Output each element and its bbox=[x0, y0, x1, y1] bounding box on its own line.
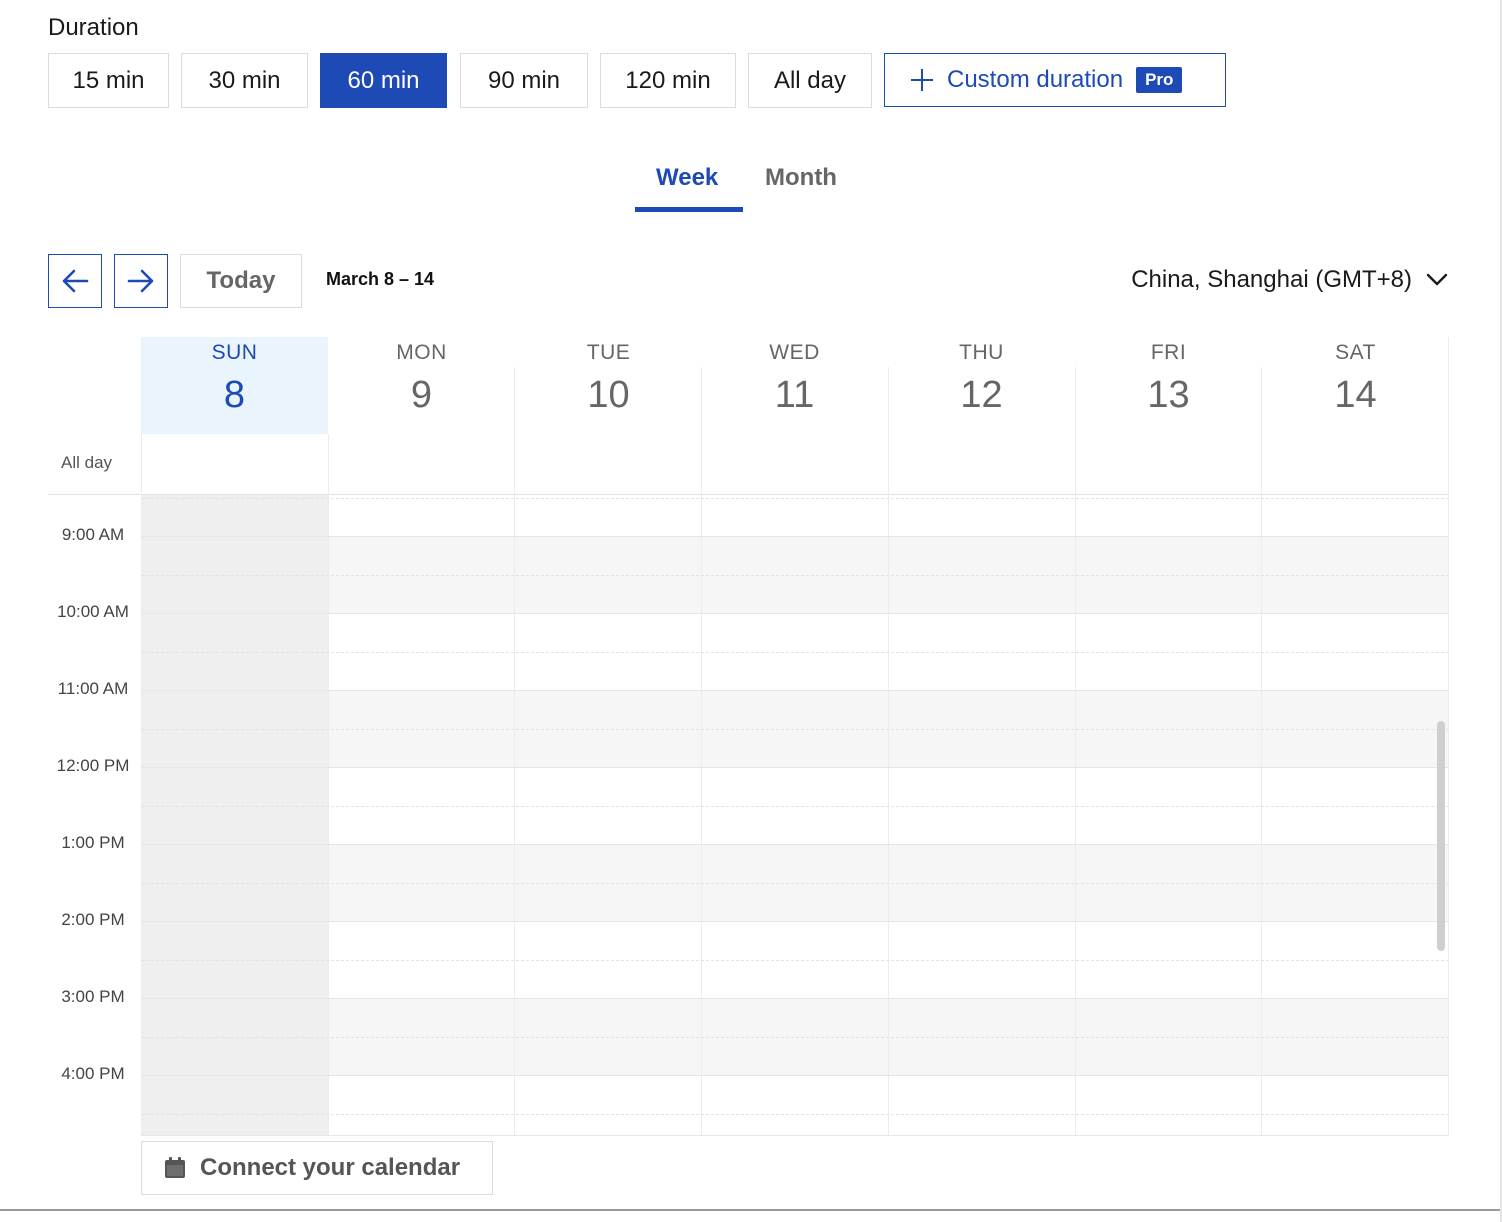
arrow-right-icon bbox=[127, 269, 154, 293]
hour-line bbox=[141, 767, 1449, 768]
duration-all-day-button[interactable]: All day bbox=[748, 53, 872, 108]
day-header-sat[interactable]: SAT 14 bbox=[1262, 337, 1449, 434]
custom-duration-button[interactable]: Custom duration Pro bbox=[884, 53, 1226, 107]
past-day-shade bbox=[141, 495, 328, 1136]
half-hour-line bbox=[141, 729, 1449, 730]
column-divider bbox=[514, 367, 515, 1136]
chevron-down-icon bbox=[1426, 273, 1448, 286]
day-name: WED bbox=[769, 341, 820, 364]
plus-icon bbox=[911, 69, 933, 91]
date-range-label: March 8 – 14 bbox=[326, 269, 435, 289]
half-hour-line bbox=[141, 883, 1449, 884]
column-divider bbox=[1075, 367, 1076, 1136]
day-header-wed[interactable]: WED 11 bbox=[701, 337, 888, 434]
hour-line bbox=[141, 1075, 1449, 1076]
column-divider bbox=[888, 367, 889, 1136]
day-name: SUN bbox=[211, 341, 258, 364]
grid-bottom-line bbox=[141, 1135, 1449, 1136]
duration-120-button[interactable]: 120 min bbox=[600, 53, 736, 108]
hour-line bbox=[141, 921, 1449, 922]
next-week-button[interactable] bbox=[114, 254, 168, 308]
half-hour-line bbox=[141, 1114, 1449, 1115]
time-label: 3:00 PM bbox=[61, 987, 125, 1006]
hour-line bbox=[141, 613, 1449, 614]
day-name: MON bbox=[396, 341, 447, 364]
column-divider bbox=[328, 434, 329, 1136]
today-button[interactable]: Today bbox=[180, 254, 302, 308]
time-label: 4:00 PM bbox=[61, 1064, 125, 1083]
duration-30-button[interactable]: 30 min bbox=[181, 53, 308, 108]
day-name: TUE bbox=[586, 341, 631, 364]
arrow-left-icon bbox=[62, 269, 89, 293]
scheduler-page: Duration 15 min 30 min 60 min 90 min 120… bbox=[0, 0, 1502, 1222]
half-hour-line bbox=[141, 575, 1449, 576]
column-divider bbox=[1261, 367, 1262, 1136]
day-header-tue[interactable]: TUE 10 bbox=[515, 337, 702, 434]
half-hour-line bbox=[141, 960, 1449, 961]
connect-calendar-button[interactable]: Connect your calendar bbox=[141, 1141, 493, 1195]
day-header-fri[interactable]: FRI 13 bbox=[1075, 337, 1262, 434]
time-label: 10:00 AM bbox=[57, 602, 129, 621]
duration-15-button[interactable]: 15 min bbox=[48, 53, 169, 108]
tab-month[interactable]: Month bbox=[765, 164, 837, 192]
day-header-sun[interactable]: SUN 8 bbox=[141, 337, 328, 434]
time-label: 12:00 PM bbox=[56, 756, 130, 775]
half-hour-line bbox=[141, 652, 1449, 653]
duration-90-button[interactable]: 90 min bbox=[460, 53, 588, 108]
half-hour-line bbox=[141, 806, 1449, 807]
column-divider bbox=[141, 337, 142, 1136]
hour-line bbox=[141, 844, 1449, 845]
day-name: SAT bbox=[1335, 341, 1376, 364]
day-number: 13 bbox=[1147, 374, 1190, 416]
time-label: 1:00 PM bbox=[61, 833, 125, 852]
previous-week-button[interactable] bbox=[48, 254, 102, 308]
tab-week[interactable]: Week bbox=[656, 164, 718, 192]
pro-badge: Pro bbox=[1136, 67, 1183, 93]
day-header-thu[interactable]: THU 12 bbox=[888, 337, 1075, 434]
calendar-icon bbox=[165, 1157, 185, 1178]
column-divider bbox=[701, 367, 702, 1136]
day-number: 8 bbox=[223, 374, 246, 416]
column-divider bbox=[1448, 337, 1449, 1136]
timezone-select[interactable]: China, Shanghai (GMT+8) bbox=[1131, 262, 1448, 298]
day-number: 11 bbox=[774, 374, 815, 416]
day-header-mon[interactable]: MON 9 bbox=[328, 337, 515, 434]
hour-line bbox=[141, 998, 1449, 999]
all-day-label: All day bbox=[61, 453, 113, 472]
half-hour-line bbox=[141, 1037, 1449, 1038]
page-bottom-border bbox=[0, 1209, 1502, 1211]
time-label: 2:00 PM bbox=[61, 910, 125, 929]
day-number: 12 bbox=[960, 374, 1003, 416]
day-number: 10 bbox=[587, 374, 630, 416]
timezone-label: China, Shanghai (GMT+8) bbox=[1131, 266, 1412, 293]
day-name: THU bbox=[959, 341, 1004, 364]
header-divider bbox=[48, 494, 1449, 495]
calendar-scrollbar[interactable] bbox=[1437, 721, 1445, 951]
day-name: FRI bbox=[1150, 341, 1187, 364]
hour-line bbox=[141, 536, 1449, 537]
day-number: 9 bbox=[410, 374, 433, 416]
connect-calendar-label: Connect your calendar bbox=[200, 1154, 461, 1181]
week-calendar: SUN 8 MON 9 TUE 10 WED 11 THU 12 FRI 13 … bbox=[48, 337, 1449, 1136]
day-number: 14 bbox=[1334, 374, 1377, 416]
custom-duration-label: Custom duration bbox=[947, 66, 1124, 93]
time-label: 11:00 AM bbox=[57, 679, 129, 698]
duration-60-button[interactable]: 60 min bbox=[320, 53, 447, 108]
half-hour-line bbox=[141, 498, 1449, 499]
time-label: 9:00 AM bbox=[61, 525, 125, 544]
hour-line bbox=[141, 690, 1449, 691]
duration-label: Duration bbox=[48, 14, 139, 41]
active-tab-indicator bbox=[635, 207, 743, 212]
